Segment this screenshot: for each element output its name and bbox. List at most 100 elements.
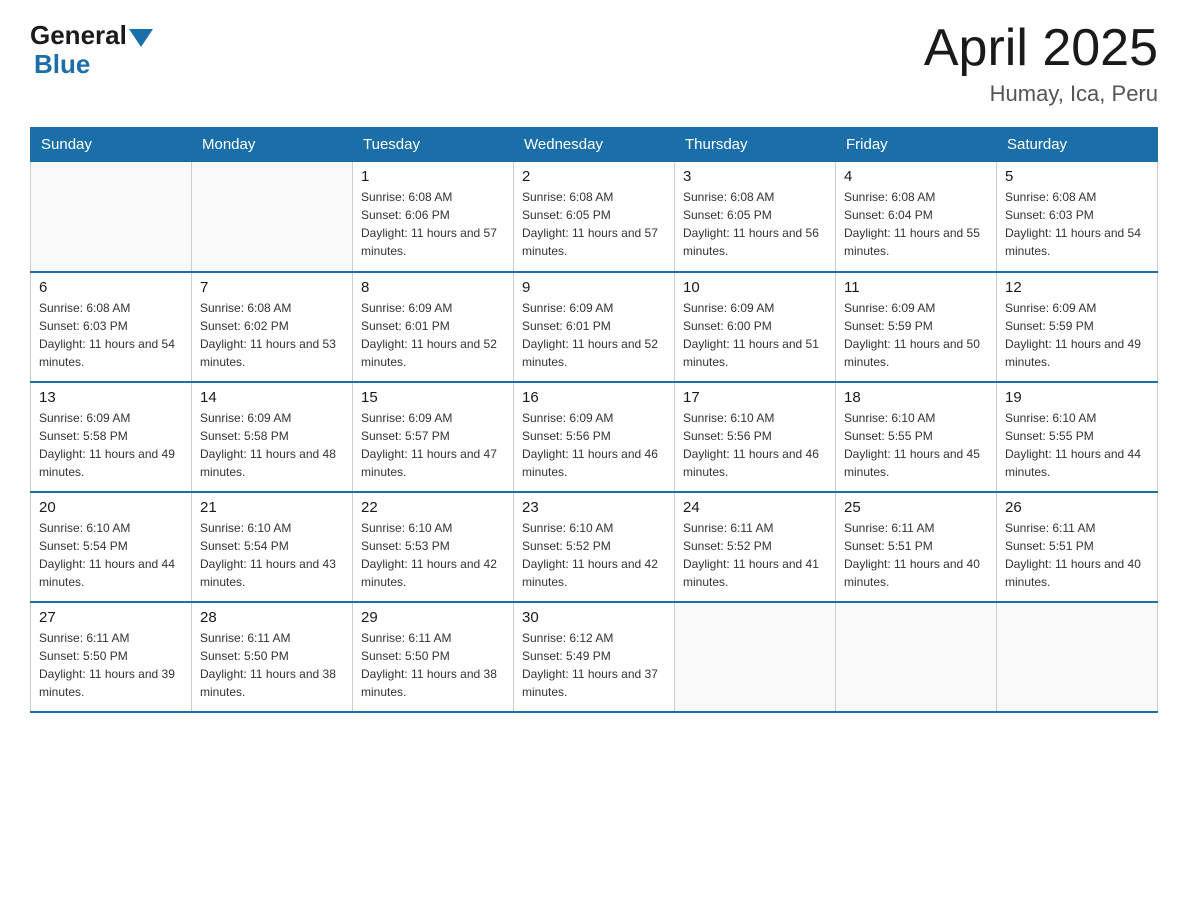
- page-subtitle: Humay, Ica, Peru: [924, 81, 1158, 107]
- day-number: 5: [1005, 168, 1149, 185]
- day-number: 8: [361, 279, 505, 296]
- logo-general: General: [30, 20, 127, 51]
- day-number: 18: [844, 389, 988, 406]
- calendar-cell: 11 Sunrise: 6:09 AMSunset: 5:59 PMDayligh…: [836, 272, 997, 382]
- day-number: 29: [361, 609, 505, 626]
- sun-info: Sunrise: 6:09 AMSunset: 6:01 PMDaylight:…: [522, 299, 666, 371]
- calendar-cell: 7 Sunrise: 6:08 AMSunset: 6:02 PMDaylight…: [192, 272, 353, 382]
- header-cell-friday: Friday: [836, 128, 997, 162]
- calendar-cell: 8 Sunrise: 6:09 AMSunset: 6:01 PMDaylight…: [353, 272, 514, 382]
- calendar-cell: 20Sunrise: 6:10 AMSunset: 5:54 PMDayligh…: [31, 492, 192, 602]
- sun-info: Sunrise: 6:08 AMSunset: 6:04 PMDaylight:…: [844, 188, 988, 260]
- day-number: 16: [522, 389, 666, 406]
- calendar-table: SundayMondayTuesdayWednesdayThursdayFrid…: [30, 127, 1158, 713]
- week-row-4: 27 Sunrise: 6:11 AMSunset: 5:50 PMDayligh…: [31, 602, 1158, 712]
- sun-info: Sunrise: 6:11 AMSunset: 5:51 PMDaylight:…: [844, 519, 988, 591]
- sun-info: Sunrise: 6:09 AMSunset: 5:58 PMDaylight:…: [200, 409, 344, 481]
- day-number: 28: [200, 609, 344, 626]
- day-number: 22: [361, 499, 505, 516]
- day-number: 27: [39, 609, 183, 626]
- calendar-cell: 2Sunrise: 6:08 AMSunset: 6:05 PMDaylight…: [514, 162, 675, 272]
- sun-info: Sunrise: 6:08 AMSunset: 6:02 PMDaylight:…: [200, 299, 344, 371]
- day-number: 9: [522, 279, 666, 296]
- sun-info: Sunrise: 6:11 AMSunset: 5:52 PMDaylight:…: [683, 519, 827, 591]
- sun-info: Sunrise: 6:08 AMSunset: 6:05 PMDaylight:…: [522, 188, 666, 260]
- calendar-cell: 18Sunrise: 6:10 AMSunset: 5:55 PMDayligh…: [836, 382, 997, 492]
- sun-info: Sunrise: 6:10 AMSunset: 5:53 PMDaylight:…: [361, 519, 505, 591]
- header-cell-tuesday: Tuesday: [353, 128, 514, 162]
- day-number: 12: [1005, 279, 1149, 296]
- day-number: 6: [39, 279, 183, 296]
- header-cell-monday: Monday: [192, 128, 353, 162]
- header-cell-thursday: Thursday: [675, 128, 836, 162]
- calendar-cell: [675, 602, 836, 712]
- day-number: 3: [683, 168, 827, 185]
- day-number: 13: [39, 389, 183, 406]
- sun-info: Sunrise: 6:10 AMSunset: 5:52 PMDaylight:…: [522, 519, 666, 591]
- logo-arrow-icon: [129, 29, 153, 47]
- page-title: April 2025: [924, 20, 1158, 77]
- sun-info: Sunrise: 6:11 AMSunset: 5:50 PMDaylight:…: [361, 629, 505, 701]
- sun-info: Sunrise: 6:11 AMSunset: 5:50 PMDaylight:…: [200, 629, 344, 701]
- day-number: 30: [522, 609, 666, 626]
- calendar-cell: 28 Sunrise: 6:11 AMSunset: 5:50 PMDayligh…: [192, 602, 353, 712]
- week-row-0: 1 Sunrise: 6:08 AMSunset: 6:06 PMDaylight…: [31, 162, 1158, 272]
- calendar-cell: 22 Sunrise: 6:10 AMSunset: 5:53 PMDayligh…: [353, 492, 514, 602]
- header-cell-saturday: Saturday: [997, 128, 1158, 162]
- day-number: 1: [361, 168, 505, 185]
- sun-info: Sunrise: 6:09 AMSunset: 5:57 PMDaylight:…: [361, 409, 505, 481]
- calendar-cell: 13Sunrise: 6:09 AMSunset: 5:58 PMDayligh…: [31, 382, 192, 492]
- calendar-cell: 24Sunrise: 6:11 AMSunset: 5:52 PMDayligh…: [675, 492, 836, 602]
- day-number: 10: [683, 279, 827, 296]
- calendar-cell: 4 Sunrise: 6:08 AMSunset: 6:04 PMDaylight…: [836, 162, 997, 272]
- day-number: 20: [39, 499, 183, 516]
- day-number: 11: [844, 279, 988, 296]
- calendar-body: 1 Sunrise: 6:08 AMSunset: 6:06 PMDaylight…: [31, 162, 1158, 712]
- sun-info: Sunrise: 6:08 AMSunset: 6:03 PMDaylight:…: [39, 299, 183, 371]
- sun-info: Sunrise: 6:11 AMSunset: 5:50 PMDaylight:…: [39, 629, 183, 701]
- sun-info: Sunrise: 6:10 AMSunset: 5:56 PMDaylight:…: [683, 409, 827, 481]
- calendar-cell: [836, 602, 997, 712]
- page-header: General Blue April 2025 Humay, Ica, Peru: [30, 20, 1158, 107]
- header-row: SundayMondayTuesdayWednesdayThursdayFrid…: [31, 128, 1158, 162]
- calendar-cell: 14 Sunrise: 6:09 AMSunset: 5:58 PMDayligh…: [192, 382, 353, 492]
- calendar-cell: 25 Sunrise: 6:11 AMSunset: 5:51 PMDayligh…: [836, 492, 997, 602]
- calendar-cell: 30 Sunrise: 6:12 AMSunset: 5:49 PMDayligh…: [514, 602, 675, 712]
- day-number: 21: [200, 499, 344, 516]
- calendar-cell: 17 Sunrise: 6:10 AMSunset: 5:56 PMDayligh…: [675, 382, 836, 492]
- week-row-3: 20Sunrise: 6:10 AMSunset: 5:54 PMDayligh…: [31, 492, 1158, 602]
- sun-info: Sunrise: 6:12 AMSunset: 5:49 PMDaylight:…: [522, 629, 666, 701]
- calendar-cell: [997, 602, 1158, 712]
- calendar-cell: 26Sunrise: 6:11 AMSunset: 5:51 PMDayligh…: [997, 492, 1158, 602]
- header-cell-sunday: Sunday: [31, 128, 192, 162]
- calendar-cell: 27 Sunrise: 6:11 AMSunset: 5:50 PMDayligh…: [31, 602, 192, 712]
- calendar-cell: 21Sunrise: 6:10 AMSunset: 5:54 PMDayligh…: [192, 492, 353, 602]
- sun-info: Sunrise: 6:09 AMSunset: 5:59 PMDaylight:…: [844, 299, 988, 371]
- calendar-cell: 5Sunrise: 6:08 AMSunset: 6:03 PMDaylight…: [997, 162, 1158, 272]
- calendar-cell: 29 Sunrise: 6:11 AMSunset: 5:50 PMDayligh…: [353, 602, 514, 712]
- sun-info: Sunrise: 6:09 AMSunset: 6:01 PMDaylight:…: [361, 299, 505, 371]
- day-number: 14: [200, 389, 344, 406]
- logo: General Blue: [30, 20, 153, 80]
- calendar-cell: 23 Sunrise: 6:10 AMSunset: 5:52 PMDayligh…: [514, 492, 675, 602]
- day-number: 7: [200, 279, 344, 296]
- day-number: 19: [1005, 389, 1149, 406]
- calendar-cell: 16Sunrise: 6:09 AMSunset: 5:56 PMDayligh…: [514, 382, 675, 492]
- calendar-cell: 9 Sunrise: 6:09 AMSunset: 6:01 PMDaylight…: [514, 272, 675, 382]
- calendar-cell: [31, 162, 192, 272]
- sun-info: Sunrise: 6:09 AMSunset: 6:00 PMDaylight:…: [683, 299, 827, 371]
- day-number: 25: [844, 499, 988, 516]
- calendar-cell: 3Sunrise: 6:08 AMSunset: 6:05 PMDaylight…: [675, 162, 836, 272]
- calendar-cell: 15Sunrise: 6:09 AMSunset: 5:57 PMDayligh…: [353, 382, 514, 492]
- title-block: April 2025 Humay, Ica, Peru: [924, 20, 1158, 107]
- logo-blue: Blue: [34, 49, 90, 80]
- week-row-2: 13 Sunrise: 6:09 AMSunset: 5:58 PMDayligh…: [31, 382, 1158, 492]
- calendar-cell: 6 Sunrise: 6:08 AMSunset: 6:03 PMDaylight…: [31, 272, 192, 382]
- day-number: 17: [683, 389, 827, 406]
- day-number: 4: [844, 168, 988, 185]
- sun-info: Sunrise: 6:08 AMSunset: 6:06 PMDaylight:…: [361, 188, 505, 260]
- sun-info: Sunrise: 6:10 AMSunset: 5:55 PMDaylight:…: [1005, 409, 1149, 481]
- logo-text: General: [30, 20, 153, 51]
- calendar-header: SundayMondayTuesdayWednesdayThursdayFrid…: [31, 128, 1158, 162]
- day-number: 23: [522, 499, 666, 516]
